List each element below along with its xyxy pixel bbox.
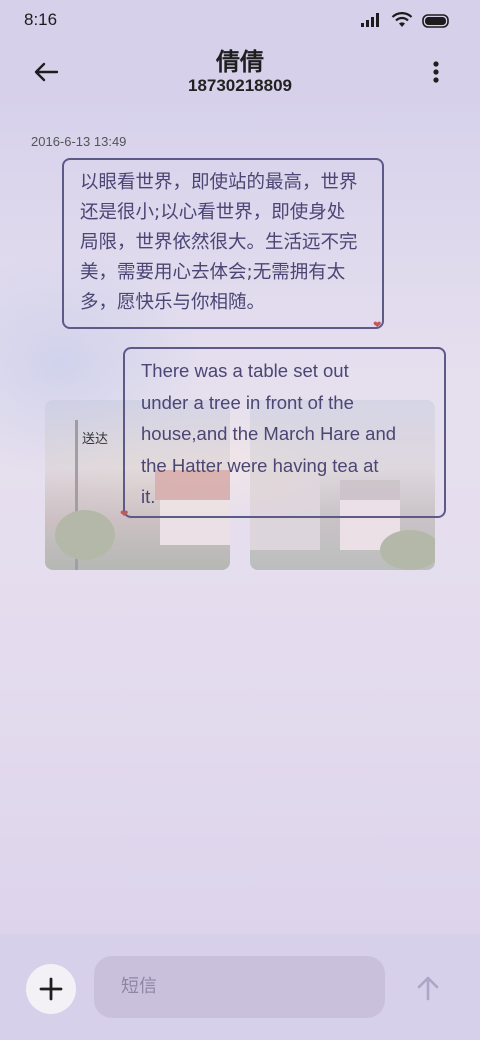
contact-name[interactable]: 倩倩 bbox=[0, 42, 480, 77]
wifi-icon bbox=[391, 12, 413, 32]
message-line: house,and the March Hare and bbox=[141, 423, 397, 444]
heart-icon: ❤ bbox=[120, 509, 129, 520]
chat-area[interactable]: 2016-6-13 13:49 以眼看世界，即使站的最高，世界 还是很小;以心看… bbox=[0, 104, 480, 934]
composer-bar: 短信 bbox=[0, 934, 480, 1040]
more-options-button[interactable] bbox=[428, 56, 444, 88]
message-line: the Hatter were having tea at bbox=[141, 454, 379, 476]
message-line: 美，需要用心去体会;无需拥有太 bbox=[80, 262, 346, 283]
tree-shape bbox=[380, 530, 435, 570]
message-line: There was a table set out bbox=[141, 360, 349, 381]
signal-icon bbox=[360, 12, 382, 32]
tree-shape bbox=[55, 510, 115, 560]
send-button[interactable] bbox=[414, 974, 442, 1002]
plus-icon bbox=[39, 977, 63, 1001]
sms-input[interactable]: 短信 bbox=[94, 956, 385, 1018]
message-line: 多，愿快乐与你相随。 bbox=[80, 292, 266, 313]
conversation-header: 倩倩 18730218809 bbox=[0, 40, 480, 104]
message-line: 还是很小;以心看世界，即使身处 bbox=[80, 202, 346, 223]
message-line: it. bbox=[141, 486, 156, 507]
message-line: 局限，世界依然很大。生活远不完 bbox=[80, 232, 358, 253]
message-line: 以眼看世界，即使站的最高，世界 bbox=[80, 172, 358, 193]
status-time: 8:16 bbox=[24, 10, 58, 29]
status-icons bbox=[360, 12, 450, 32]
more-vertical-icon bbox=[433, 61, 439, 83]
contact-number: 18730218809 bbox=[187, 76, 292, 95]
battery-icon bbox=[422, 13, 450, 32]
status-bar: 8:16 bbox=[0, 0, 480, 40]
message-timestamp: 2016-6-13 13:49 bbox=[31, 134, 127, 149]
add-attachment-button[interactable] bbox=[26, 964, 76, 1014]
heart-icon: ❤ bbox=[373, 320, 382, 331]
message-line: under a tree in front of the bbox=[141, 391, 354, 413]
delivery-status: 送达 bbox=[82, 432, 109, 447]
send-arrow-icon bbox=[417, 976, 439, 1001]
incoming-message-bubble[interactable]: 以眼看世界，即使站的最高，世界 还是很小;以心看世界，即使身处 局限，世界依然很… bbox=[62, 158, 384, 329]
outgoing-message-bubble[interactable]: There was a table set out under a tree i… bbox=[123, 347, 446, 518]
